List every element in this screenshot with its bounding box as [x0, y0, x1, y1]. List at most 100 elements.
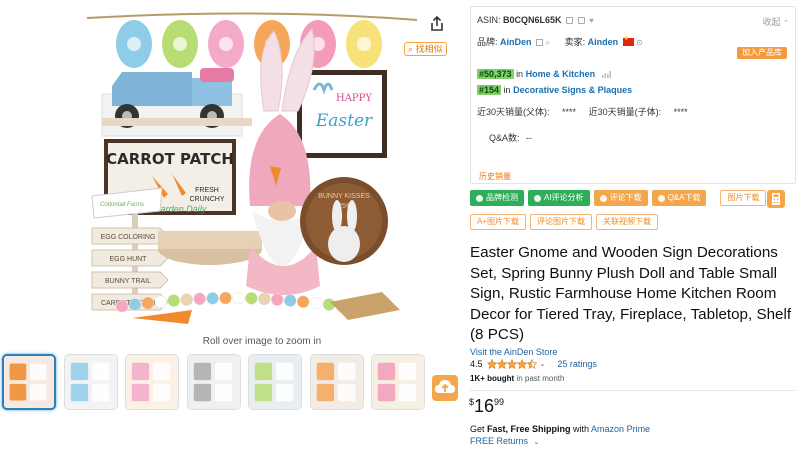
- copy-icon[interactable]: [566, 17, 574, 24]
- download-images-button[interactable]: [432, 375, 458, 401]
- brand-link[interactable]: AinDen: [500, 37, 532, 47]
- review-download-button[interactable]: 评论下载: [593, 190, 648, 206]
- rank-row-1: #50,373 in Home & Kitchen: [477, 69, 611, 79]
- asin-label: ASIN:: [477, 15, 501, 25]
- review-image-download-label: 评论图片下载: [537, 217, 586, 226]
- shipping-info: Get Fast, Free Shipping with Amazon Prim…: [470, 424, 650, 434]
- chevron-down-icon[interactable]: ⌄: [540, 360, 546, 368]
- bar-chart-icon[interactable]: [601, 71, 611, 78]
- link-icon[interactable]: [577, 17, 585, 24]
- star-rating[interactable]: [486, 359, 537, 369]
- brand-check-icon: [476, 194, 483, 202]
- bead: [193, 292, 206, 306]
- arrow-sign-label: EGG HUNT: [110, 256, 148, 263]
- sales-parent-label: 近30天销量(父体):: [477, 107, 550, 117]
- share-icon: [431, 15, 443, 31]
- rank-category-link[interactable]: Home & Kitchen: [526, 69, 596, 79]
- thumbnail-6[interactable]: [309, 354, 364, 410]
- bead: [283, 294, 297, 307]
- related-video-download-button[interactable]: 关联视频下载: [596, 214, 659, 230]
- arrow-sign-label: EGG COLORING: [101, 234, 156, 241]
- thumbnail-strip: [2, 354, 432, 412]
- chevron-up-icon: ⌃: [783, 20, 789, 27]
- flower-icon: [219, 37, 233, 51]
- thumbnail-5[interactable]: [248, 354, 302, 410]
- product-illustration: HAPPY Easter CARROT PATCH FRESH CRUNCHY …: [86, 12, 418, 324]
- rank-row-2: #154 in Decorative Signs & Plaques: [477, 85, 632, 95]
- share-button[interactable]: [428, 15, 446, 33]
- brand-check-button[interactable]: 品牌检测: [470, 190, 524, 206]
- external-link-icon[interactable]: [536, 39, 544, 46]
- tool-row-1: 品牌检测 AI评论分析 评论下载 Q&A下载 图片下载: [470, 190, 767, 206]
- bought-count: 1K+ bought: [470, 374, 515, 383]
- bead: [258, 292, 271, 306]
- collapse-link[interactable]: 收起 ⌃: [763, 15, 789, 28]
- collapse-label: 收起: [762, 17, 781, 27]
- free-returns-label: FREE Returns: [470, 436, 529, 446]
- bead: [141, 296, 155, 310]
- chevron-down-icon: ⌄: [533, 439, 540, 446]
- find-similar-label: 找相似: [415, 44, 443, 54]
- rank-in: in: [516, 69, 524, 79]
- sales-history-link[interactable]: 历史销量: [479, 171, 511, 182]
- qa-row: Q&A数: --: [489, 131, 532, 144]
- thumbnail-2[interactable]: [63, 354, 118, 410]
- shipping-mid: with: [570, 424, 592, 434]
- review-download-label: 评论下载: [609, 193, 642, 202]
- sales-row: 近30天销量(父体): **** 近30天销量(子体): ****: [477, 105, 688, 118]
- visit-store-link[interactable]: Visit the AinDen Store: [470, 347, 557, 357]
- calculator-icon: [772, 193, 780, 205]
- ai-review-analysis-button[interactable]: AI评论分析: [528, 190, 590, 206]
- ai-review-analysis-label: AI评论分析: [544, 193, 584, 202]
- find-similar-button[interactable]: ⌕ 找相似: [404, 42, 447, 56]
- bunny-kisses-sign: BUNNY KISSES 25¢: [300, 177, 388, 265]
- aplus-image-download-button[interactable]: A+图片下载: [470, 214, 527, 230]
- rank-in: in: [503, 85, 511, 95]
- bead: [154, 295, 168, 309]
- garden-daily-text: Garden Daily: [154, 204, 207, 214]
- calculator-button[interactable]: [767, 190, 785, 208]
- thumbnail-image: [310, 355, 363, 409]
- qa-download-label: Q&A下载: [667, 193, 701, 202]
- rank-category-link[interactable]: Decorative Signs & Plaques: [513, 85, 632, 95]
- flower-icon: [173, 37, 187, 51]
- truck-sign: [101, 68, 252, 137]
- qa-label: Q&A数:: [489, 133, 520, 143]
- ai-icon: [534, 194, 541, 202]
- crunchy-text: CRUNCHY: [190, 196, 225, 203]
- free-returns-link[interactable]: FREE Returns ⌄: [470, 436, 539, 446]
- price-whole: 16: [474, 396, 495, 416]
- thumbnail-image: [187, 355, 240, 409]
- amazon-prime-link[interactable]: Amazon Prime: [591, 424, 650, 434]
- download-icon: [599, 194, 607, 202]
- review-image-download-button[interactable]: 评论图片下载: [530, 214, 593, 230]
- thumbnail-3[interactable]: [125, 354, 179, 410]
- aplus-image-download-label: A+图片下载: [477, 217, 520, 226]
- bead: [309, 296, 323, 310]
- divider: [470, 390, 796, 391]
- qa-download-button[interactable]: Q&A下载: [651, 190, 707, 206]
- star-icon: [526, 359, 537, 369]
- cottontail-text: Cottontail Farms: [100, 202, 144, 208]
- star-icon: [496, 359, 507, 369]
- seller-link[interactable]: Ainden: [588, 37, 619, 47]
- thumbnail-4[interactable]: [186, 354, 241, 410]
- image-download-label: 图片下载: [727, 193, 760, 202]
- asin-row: ASIN: B0CQN6L65K ♥: [477, 15, 594, 25]
- main-product-image[interactable]: HAPPY Easter CARROT PATCH FRESH CRUNCHY …: [82, 6, 442, 332]
- thumbnail-image: [4, 356, 54, 408]
- thumbnail-image: [126, 355, 178, 409]
- bead: [296, 295, 310, 309]
- thumbnail-7[interactable]: [371, 354, 425, 410]
- asin-value[interactable]: B0CQN6L65K: [503, 15, 562, 25]
- sales-parent-value: ****: [562, 107, 577, 117]
- search-icon[interactable]: ⌕: [546, 38, 550, 47]
- heart-icon[interactable]: ♥: [589, 16, 594, 25]
- thumbnail-1[interactable]: [2, 354, 56, 410]
- add-to-product-library-button[interactable]: 加入产品库: [737, 47, 787, 59]
- bead: [271, 293, 284, 306]
- ratings-count-link[interactable]: 25 ratings: [557, 359, 597, 369]
- bead: [180, 293, 193, 306]
- cloud-upload-icon: [435, 380, 455, 393]
- image-download-button[interactable]: 图片下载: [720, 190, 767, 206]
